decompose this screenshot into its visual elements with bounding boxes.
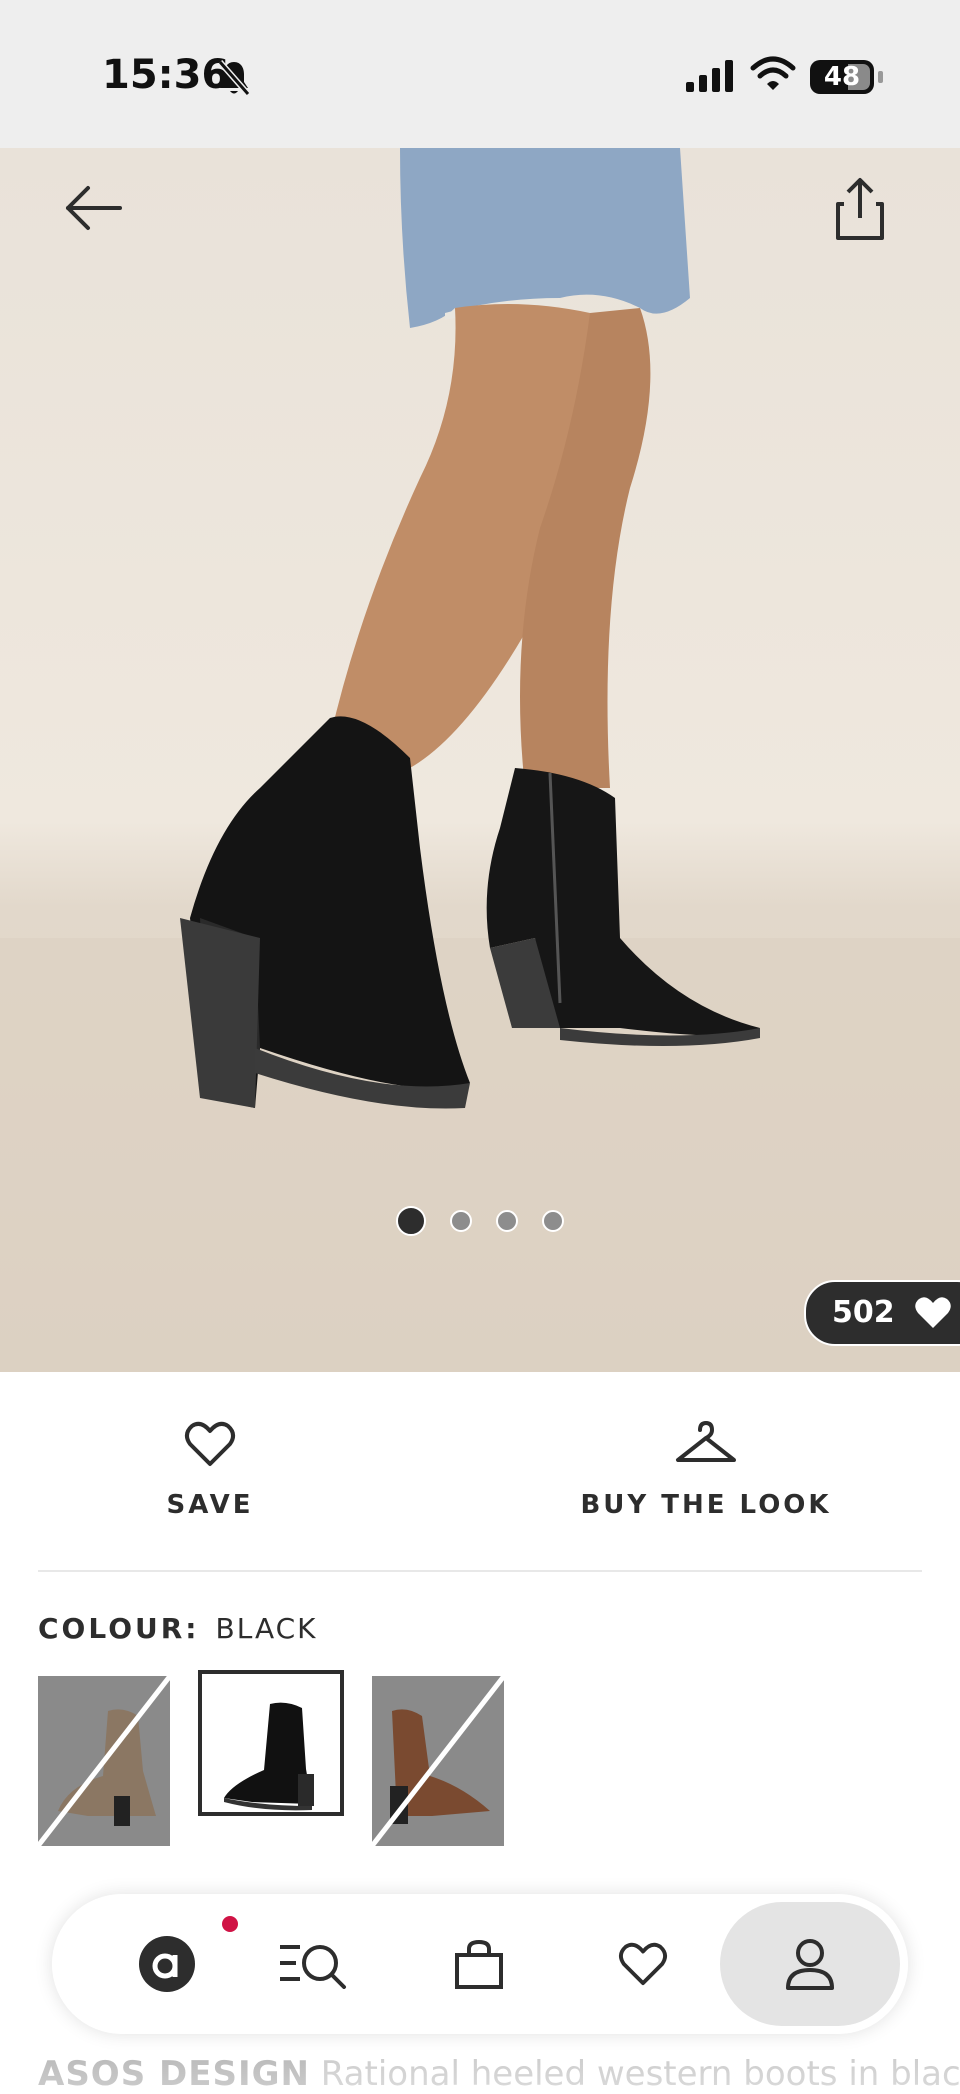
save-label: SAVE bbox=[166, 1490, 254, 1520]
buy-the-look-button[interactable]: BUY THE LOOK bbox=[576, 1392, 836, 1520]
battery-icon: 48 bbox=[810, 60, 883, 94]
heart-outline-icon bbox=[185, 1421, 235, 1466]
likes-pill[interactable]: 502 bbox=[804, 1280, 960, 1346]
carousel-dot[interactable] bbox=[396, 1206, 426, 1236]
search-menu-icon bbox=[280, 1945, 346, 1989]
colour-swatch-black-selected[interactable] bbox=[198, 1670, 344, 1816]
unavailable-slash-icon bbox=[372, 1676, 504, 1846]
back-arrow-icon[interactable] bbox=[60, 178, 130, 238]
product-photo bbox=[0, 148, 960, 1372]
heart-filled-icon bbox=[915, 1297, 951, 1328]
buy-the-look-label: BUY THE LOOK bbox=[580, 1490, 832, 1520]
asos-logo-icon bbox=[139, 1936, 195, 1992]
nav-saved[interactable] bbox=[568, 1894, 718, 2034]
bottom-navigation bbox=[52, 1894, 908, 2034]
heart-outline-icon bbox=[619, 1942, 667, 1986]
colour-value: BLACK bbox=[215, 1612, 318, 1645]
colour-swatch-taupe-unavailable[interactable] bbox=[38, 1676, 170, 1846]
save-button[interactable]: SAVE bbox=[130, 1392, 290, 1520]
status-bar: 15:36 48 bbox=[0, 0, 960, 148]
nav-home[interactable] bbox=[92, 1894, 242, 2034]
nav-account[interactable] bbox=[735, 1894, 885, 2034]
product-actions: SAVE BUY THE LOOK bbox=[38, 1392, 922, 1572]
product-image-carousel[interactable]: 502 bbox=[0, 148, 960, 1372]
account-person-icon bbox=[786, 1939, 834, 1990]
colour-swatch-tan-unavailable[interactable] bbox=[372, 1676, 504, 1846]
likes-count: 502 bbox=[832, 1295, 895, 1330]
hanger-icon bbox=[676, 1421, 736, 1462]
carousel-dot[interactable] bbox=[496, 1210, 518, 1232]
share-icon[interactable] bbox=[830, 174, 890, 244]
silent-bell-icon bbox=[217, 60, 251, 96]
nav-search[interactable] bbox=[238, 1894, 388, 2034]
colour-selector-heading: COLOUR: BLACK bbox=[38, 1612, 318, 1645]
nav-bag[interactable] bbox=[404, 1894, 554, 2034]
carousel-pagination bbox=[0, 1206, 960, 1236]
cellular-signal-icon bbox=[686, 60, 733, 92]
black-boot-thumbnail bbox=[224, 1702, 314, 1811]
colour-label: COLOUR: bbox=[38, 1612, 200, 1645]
shopping-bag-icon bbox=[455, 1939, 503, 1989]
carousel-dot[interactable] bbox=[450, 1210, 472, 1232]
clock: 15:36 bbox=[102, 52, 230, 98]
notification-dot bbox=[222, 1916, 238, 1932]
battery-level: 48 bbox=[823, 62, 861, 92]
wifi-icon bbox=[750, 56, 796, 90]
carousel-dot[interactable] bbox=[542, 1210, 564, 1232]
unavailable-slash-icon bbox=[38, 1676, 170, 1846]
